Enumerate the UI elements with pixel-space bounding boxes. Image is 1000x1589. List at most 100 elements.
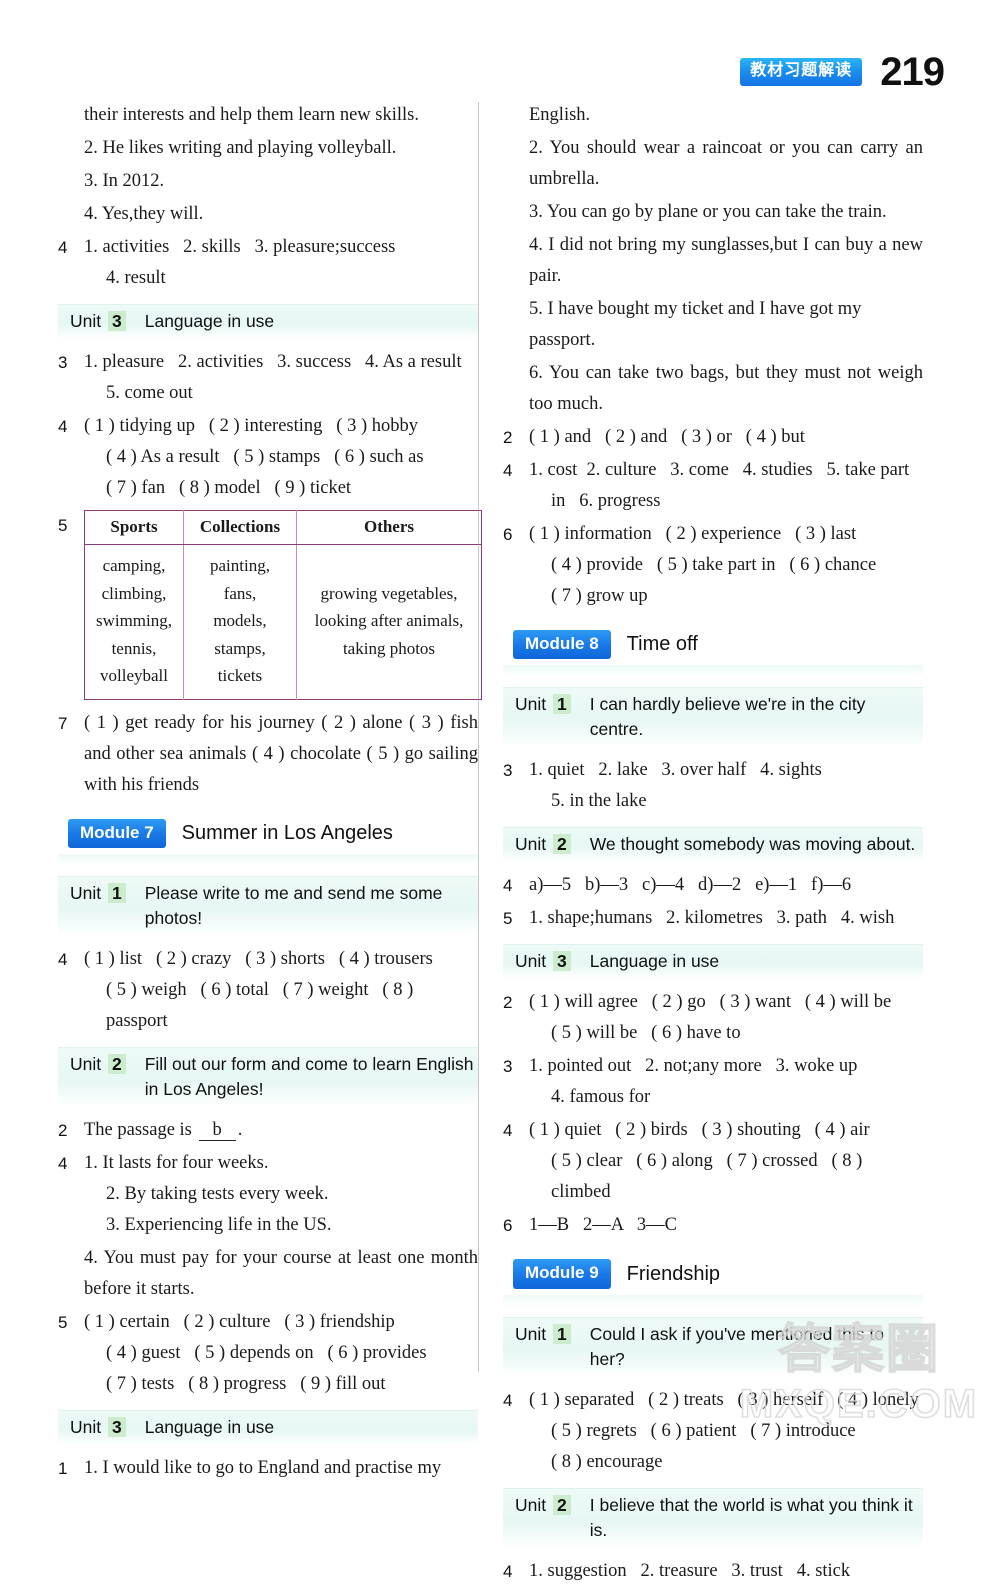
answer-body: 2. You should wear a raincoat or you can… bbox=[529, 133, 923, 195]
answer-body: 4. I did not bring my sunglasses,but I c… bbox=[529, 230, 923, 292]
answer-body: ( 1 ) tidying up ( 2 ) interesting ( 3 )… bbox=[84, 411, 478, 504]
module-header[interactable]: Module 8 Time off bbox=[503, 630, 923, 660]
answer-line: ( 4 ) As a result ( 5 ) stamps ( 6 ) suc… bbox=[106, 447, 424, 467]
answer-line: ( 4 ) provide ( 5 ) take part in ( 6 ) c… bbox=[551, 555, 877, 575]
module-badge: Module 7 bbox=[68, 818, 166, 848]
answer-row: 4 a)—5 b)—3 c)—4 d)—2 e)—1 f)—6 bbox=[503, 870, 923, 901]
header-badge: 教材习题解读 bbox=[740, 58, 863, 86]
continuation-row: 3. You can go by plane or you can take t… bbox=[503, 197, 923, 228]
unit-number: 3 bbox=[553, 951, 571, 972]
unit-header[interactable]: Unit 1 Could I ask if you've mentioned th… bbox=[503, 1316, 923, 1377]
unit-header[interactable]: Unit 3 Language in use bbox=[58, 304, 478, 339]
continuation-row: their interests and help them learn new … bbox=[58, 100, 478, 131]
answer-line: 1—B 2—A 3—C bbox=[529, 1215, 678, 1236]
continuation-row: 2. He likes writing and playing volleyba… bbox=[58, 133, 478, 164]
module-header[interactable]: Module 7 Summer in Los Angeles bbox=[58, 818, 478, 848]
answer-body: 1. pleasure 2. activities 3. success 4. … bbox=[84, 347, 478, 409]
answer-line: ( 1 ) tidying up ( 2 ) interesting ( 3 )… bbox=[84, 416, 418, 436]
answer-line: ( 1 ) and ( 2 ) and ( 3 ) or ( 4 ) but bbox=[529, 427, 805, 447]
answer-body: ( 1 ) get ready for his journey ( 2 ) al… bbox=[84, 708, 478, 801]
answer-body: ( 1 ) will agree ( 2 ) go ( 3 ) want ( 4… bbox=[529, 987, 923, 1049]
answer-body: ( 1 ) separated ( 2 ) treats ( 3 ) herse… bbox=[529, 1385, 923, 1478]
unit-header[interactable]: Unit 1 I can hardly believe we're in the … bbox=[503, 687, 923, 748]
answer-body: 3. You can go by plane or you can take t… bbox=[529, 197, 923, 228]
question-number: 4 bbox=[503, 1121, 513, 1141]
answer-body: 5. I have bought my ticket and I have go… bbox=[529, 294, 923, 356]
answer-line: ( 7 ) fan ( 8 ) model ( 9 ) ticket bbox=[106, 478, 352, 498]
answer-line: 4. I did not bring my sunglasses,but I c… bbox=[529, 235, 923, 286]
module-rule bbox=[503, 1294, 923, 1307]
answer-line: 5. in the lake bbox=[551, 791, 647, 812]
column-divider bbox=[478, 102, 479, 1372]
answer-line: ( 1 ) get ready for his journey ( 2 ) al… bbox=[84, 712, 478, 795]
answer-body: 4. You must pay for your course at least… bbox=[84, 1243, 478, 1305]
continuation-row: 2. You should wear a raincoat or you can… bbox=[503, 133, 923, 195]
question-number: 5 bbox=[58, 516, 68, 535]
answer-body: 4. Yes,they will. bbox=[84, 199, 478, 230]
answer-body: 1. activities 2. skills 3. pleasure;succ… bbox=[84, 232, 478, 294]
answer-body: 2. He likes writing and playing volleyba… bbox=[84, 133, 478, 164]
answer-row: 5 1. shape;humans 2. kilometres 3. path 4… bbox=[503, 903, 923, 934]
answer-body: their interests and help them learn new … bbox=[84, 100, 478, 131]
answer-row: 4. You must pay for your course at least… bbox=[58, 1243, 478, 1305]
answer-line: ( 5 ) weigh ( 6 ) total ( 7 ) weight ( 8… bbox=[106, 979, 418, 1031]
answer-body: English. bbox=[529, 100, 923, 131]
answer-line: The passage is b. bbox=[84, 1115, 478, 1146]
continuation-row: 5. I have bought my ticket and I have go… bbox=[503, 294, 923, 356]
answer-line: 4. famous for bbox=[551, 1087, 651, 1108]
answer-row: 4 1. cost 2. culture 3. come 4. studies 5… bbox=[503, 455, 923, 517]
answer-row: 2 ( 1 ) will agree ( 2 ) go ( 3 ) want ( … bbox=[503, 987, 923, 1049]
module-rule bbox=[58, 853, 478, 866]
answer-body: ( 1 ) list ( 2 ) crazy ( 3 ) shorts ( 4 … bbox=[84, 944, 478, 1037]
answer-line: 2. By taking tests every week. bbox=[106, 1183, 329, 1204]
answer-line: ( 4 ) guest ( 5 ) depends on ( 6 ) provi… bbox=[106, 1342, 427, 1363]
category-table: Sports Collections Others camping, climbing… bbox=[84, 510, 482, 700]
answer-row: 6 ( 1 ) information ( 2 ) experience ( 3 … bbox=[503, 519, 923, 612]
question-number: 4 bbox=[503, 1390, 513, 1410]
question-number: 2 bbox=[58, 1120, 68, 1140]
answer-row: 4 ( 1 ) tidying up ( 2 ) interesting ( 3 … bbox=[58, 411, 478, 504]
question-number: 3 bbox=[58, 353, 68, 372]
unit-label-text: Unit bbox=[515, 1323, 547, 1344]
unit-header[interactable]: Unit 2 Fill out our form and come to lear… bbox=[58, 1046, 478, 1107]
module-title: Friendship bbox=[626, 1262, 721, 1285]
unit-header[interactable]: Unit 3 Language in use bbox=[503, 944, 923, 980]
answer-line: 1. quiet 2. lake 3. over half 4. sights bbox=[529, 760, 822, 781]
question-number: 2 bbox=[503, 993, 513, 1013]
unit-title: We thought somebody was moving about. bbox=[589, 834, 916, 855]
answer-body: 1. shape;humans 2. kilometres 3. path 4.… bbox=[529, 903, 923, 934]
answer-key-body: their interests and help them learn new … bbox=[58, 100, 948, 1581]
module-header[interactable]: Module 9 Friendship bbox=[503, 1259, 923, 1289]
continuation-row: 4. I did not bring my sunglasses,but I c… bbox=[503, 230, 923, 292]
continuation-row: English. bbox=[503, 100, 923, 131]
unit-number: 3 bbox=[108, 1416, 126, 1437]
unit-label: Unit 1 bbox=[515, 1322, 573, 1347]
answer-line: ( 1 ) will agree ( 2 ) go ( 3 ) want ( 4… bbox=[529, 992, 892, 1013]
unit-number: 3 bbox=[108, 311, 126, 331]
unit-header[interactable]: Unit 3 Language in use bbox=[58, 1409, 478, 1445]
category-table-row: 5 Sports Collections Others camping, climbin… bbox=[58, 510, 482, 700]
unit-header[interactable]: Unit 2 We thought somebody was moving abo… bbox=[503, 827, 923, 863]
answer-line: 1. suggestion 2. treasure 3. trust 4. st… bbox=[529, 1560, 851, 1581]
unit-label-text: Unit bbox=[515, 1494, 547, 1515]
answer-row: 5 ( 1 ) certain ( 2 ) culture ( 3 ) frien… bbox=[58, 1307, 478, 1400]
unit-label: Unit 3 bbox=[70, 1415, 128, 1440]
table-header-cell: Collections bbox=[183, 510, 297, 545]
answer-body: a)—5 b)—3 c)—4 d)—2 e)—1 f)—6 bbox=[529, 870, 923, 901]
answer-body: 1—B 2—A 3—C bbox=[529, 1210, 923, 1241]
unit-header[interactable]: Unit 1 Please write to me and send me som… bbox=[58, 875, 478, 936]
continuation-row: 3. In 2012. bbox=[58, 166, 478, 197]
unit-label: Unit 2 bbox=[70, 1052, 128, 1077]
unit-title: Fill out our form and come to learn Engl… bbox=[144, 1053, 474, 1099]
answer-row: 3 1. pointed out 2. not;any more 3. woke … bbox=[503, 1051, 923, 1113]
unit-label: Unit 1 bbox=[70, 881, 128, 906]
unit-title: I can hardly believe we're in the city c… bbox=[589, 694, 866, 740]
answer-row: 3 1. quiet 2. lake 3. over half 4. sights… bbox=[503, 755, 923, 817]
table-cell: painting, fans, models, stamps, tickets bbox=[183, 544, 297, 699]
answer-body: ( 1 ) quiet ( 2 ) birds ( 3 ) shouting (… bbox=[529, 1115, 923, 1208]
answer-line: 1. activities 2. skills 3. pleasure;succ… bbox=[84, 237, 396, 257]
question-number: 7 bbox=[58, 713, 68, 733]
answer-line: 3. Experiencing life in the US. bbox=[106, 1214, 332, 1235]
question-number: 6 bbox=[503, 525, 513, 544]
unit-header[interactable]: Unit 2 I believe that the world is what y… bbox=[503, 1487, 923, 1548]
